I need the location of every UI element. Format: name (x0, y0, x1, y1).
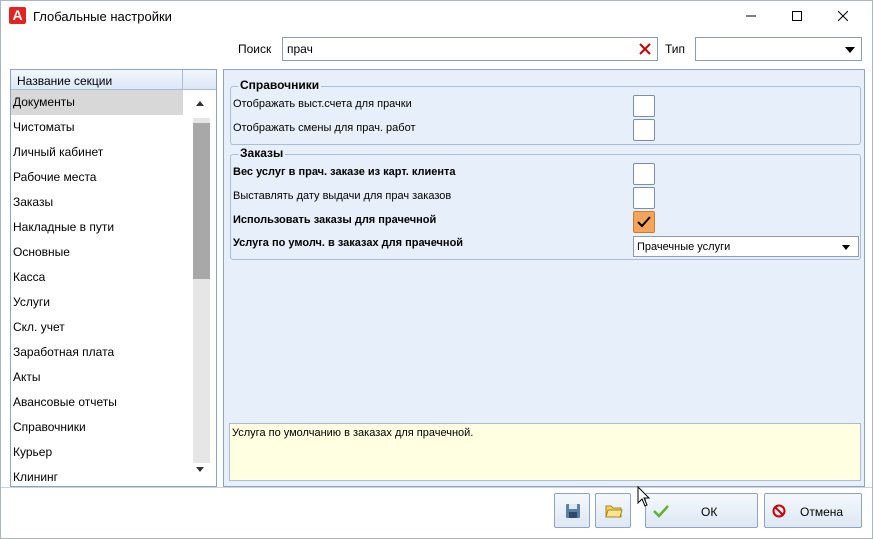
app-logo-icon: A (9, 7, 26, 24)
search-input-value: прач (287, 42, 313, 56)
close-button[interactable] (820, 1, 866, 31)
sections-list-items: Документы Чистоматы Личный кабинет Рабочие … (11, 90, 183, 486)
use-laundry-orders-checkbox[interactable] (633, 211, 655, 233)
set-issue-date-checkbox[interactable] (633, 187, 655, 209)
minimize-button[interactable] (728, 1, 774, 31)
open-folder-button[interactable] (595, 493, 631, 528)
maximize-icon (792, 11, 802, 21)
show-shifts-checkbox[interactable] (633, 119, 655, 141)
cancel-button-label: Отмена (800, 505, 844, 519)
close-icon (838, 11, 848, 21)
section-list-item[interactable]: Заказы (11, 190, 183, 215)
type-dropdown[interactable] (695, 37, 862, 61)
checkmark-icon (637, 216, 651, 228)
folder-icon (605, 505, 623, 518)
chevron-down-icon (845, 47, 855, 53)
scroll-up-icon[interactable] (196, 101, 204, 106)
column-divider (182, 70, 183, 90)
section-list-item[interactable]: Авансовые отчеты (11, 390, 183, 415)
minimize-icon (746, 15, 756, 17)
sections-column-header[interactable]: Название секции (11, 70, 216, 90)
section-list-item[interactable]: Основные (11, 240, 183, 265)
scroll-thumb[interactable] (193, 123, 210, 279)
default-service-dropdown[interactable]: Прачечные услуги (633, 236, 859, 257)
cancel-icon (772, 504, 786, 518)
window-title: Глобальные настройки (33, 9, 172, 24)
clear-search-icon[interactable] (638, 42, 652, 56)
save-icon (566, 504, 580, 518)
section-list-item[interactable]: Накладные в пути (11, 215, 183, 240)
scroll-down-icon[interactable] (196, 467, 204, 472)
default-service-value: Прачечные услуги (637, 241, 731, 253)
sections-column-header-label: Название секции (17, 74, 113, 88)
setting-label: Выставлять дату выдачи для прач заказов (233, 190, 452, 202)
chevron-down-icon (842, 245, 850, 250)
section-list-item[interactable]: Заработная плата (11, 340, 183, 365)
ok-button-label: ОК (701, 505, 718, 519)
section-list-item[interactable]: Личный кабинет (11, 140, 183, 165)
settings-window: A Глобальные настройки Поиск прач Тип На… (0, 0, 873, 539)
divider (1, 487, 872, 488)
section-list-item[interactable]: Касса (11, 265, 183, 290)
setting-label: Отображать смены для прач. работ (233, 122, 416, 134)
save-button[interactable] (554, 493, 590, 528)
section-list-item[interactable]: Акты (11, 365, 183, 390)
type-label: Тип (665, 42, 686, 56)
group-references: Справочники Отображать выст.счета для пр… (230, 78, 861, 145)
section-list-item[interactable]: Чистоматы (11, 115, 183, 140)
ok-button[interactable]: ОК (645, 493, 758, 528)
services-weight-checkbox[interactable] (633, 163, 655, 185)
setting-label: Вес услуг в прач. заказе из карт. клиент… (233, 166, 456, 178)
section-list-item[interactable]: Справочники (11, 415, 183, 440)
cancel-button[interactable]: Отмена (764, 493, 862, 528)
group-orders-title: Заказы (238, 146, 286, 160)
section-list-item[interactable]: Клининг (11, 465, 183, 486)
show-invoices-checkbox[interactable] (633, 95, 655, 117)
setting-label: Отображать выст.счета для прачки (233, 98, 412, 110)
checkmark-icon (653, 505, 669, 518)
search-label: Поиск (238, 42, 272, 56)
setting-label: Услуга по умолч. в заказах для прачечной (233, 237, 464, 249)
section-list-item[interactable]: Курьер (11, 440, 183, 465)
group-orders: Заказы Вес услуг в прач. заказе из карт.… (230, 146, 861, 260)
setting-label: Использовать заказы для прачечной (233, 214, 437, 226)
description-text: Услуга по умолчанию в заказах для прачеч… (232, 427, 474, 439)
title-bar: A Глобальные настройки (1, 1, 872, 31)
section-list-item[interactable]: Услуги (11, 290, 183, 315)
settings-panel: Справочники Отображать выст.счета для пр… (223, 69, 865, 487)
sections-scrollbar[interactable] (187, 90, 215, 486)
section-list-item[interactable]: Скл. учет (11, 315, 183, 340)
group-references-title: Справочники (238, 78, 322, 92)
maximize-button[interactable] (774, 1, 820, 31)
sections-list: Название секции Документы Чистоматы Личный… (10, 69, 217, 487)
section-list-item[interactable]: Документы (11, 90, 183, 115)
search-input[interactable]: прач (282, 37, 658, 61)
section-list-item[interactable]: Рабочие места (11, 165, 183, 190)
description-box: Услуга по умолчанию в заказах для прачеч… (229, 423, 861, 481)
mouse-cursor-icon (637, 486, 651, 507)
